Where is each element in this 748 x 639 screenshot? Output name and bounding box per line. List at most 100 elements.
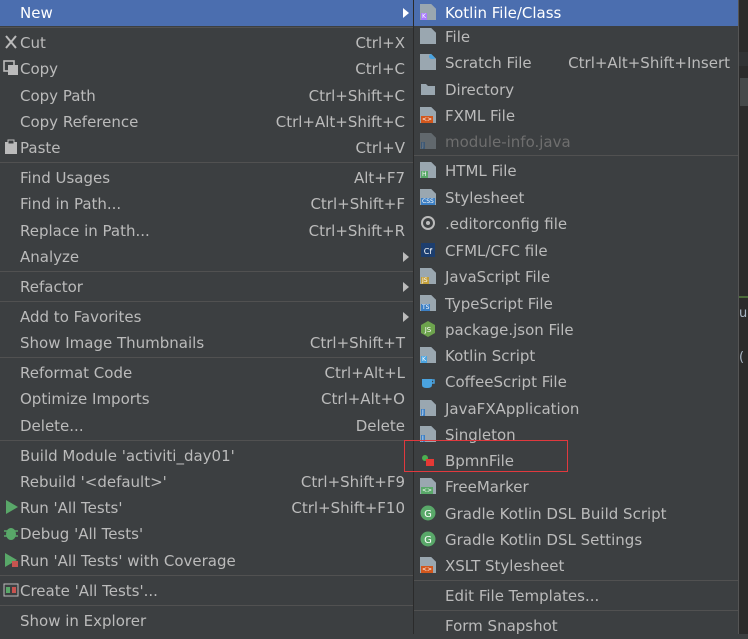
new-item-kotlin-script[interactable]: K Kotlin Script	[414, 343, 738, 369]
menu-item-optimize-imports[interactable]: Optimize Imports Ctrl+Alt+O	[0, 386, 413, 412]
new-item-freemarker[interactable]: <> FreeMarker	[414, 474, 738, 500]
svg-text:JS: JS	[424, 326, 432, 334]
menu-item-run-all-tests-with-coverage[interactable]: Run 'All Tests' with Coverage	[0, 548, 413, 574]
new-item-scratch-file[interactable]: Scratch File Ctrl+Alt+Shift+Insert	[414, 50, 738, 76]
menu-item-copy-reference[interactable]: Copy Reference Ctrl+Alt+Shift+C	[0, 109, 413, 135]
menu-item-label: FXML File	[445, 107, 516, 125]
gradle-icon: G	[420, 531, 436, 547]
menu-item-label: Delete...	[20, 417, 84, 435]
menu-item-label: CFML/CFC file	[445, 242, 548, 260]
menu-item-label: Gradle Kotlin DSL Build Script	[445, 505, 667, 523]
menu-item-shortcut: Ctrl+Shift+F9	[300, 473, 405, 491]
menu-separator	[414, 610, 738, 611]
menu-item-shortcut: Ctrl+V	[355, 139, 405, 157]
debug-icon	[3, 525, 19, 541]
menu-item-label: Form Snapshot	[445, 617, 558, 635]
menu-item-shortcut: Ctrl+Alt+O	[321, 390, 405, 408]
menu-item-delete[interactable]: Delete... Delete	[0, 413, 413, 439]
new-item-javascript-file[interactable]: JS JavaScript File	[414, 264, 738, 290]
new-item-stylesheet[interactable]: CSS Stylesheet	[414, 185, 738, 211]
new-item-typescript-file[interactable]: TS TypeScript File	[414, 291, 738, 317]
new-item-xslt-stylesheet[interactable]: <> XSLT Stylesheet	[414, 553, 738, 579]
menu-item-reformat-code[interactable]: Reformat Code Ctrl+Alt+L	[0, 360, 413, 386]
nodejs-icon: JS	[420, 321, 436, 337]
menu-item-shortcut: Alt+F7	[353, 169, 405, 187]
menu-item-shortcut: Ctrl+C	[355, 60, 405, 78]
new-item-editorconfig-file[interactable]: .editorconfig file	[414, 211, 738, 237]
menu-item-label: Find Usages	[20, 169, 111, 187]
svg-text:Cf: Cf	[424, 247, 433, 256]
menu-separator	[0, 27, 413, 28]
cfml-icon: Cf	[420, 242, 436, 258]
menu-item-shortcut: Ctrl+Alt+L	[324, 364, 406, 382]
menu-item-debug-all-tests[interactable]: Debug 'All Tests'	[0, 521, 413, 547]
java-file-icon: J	[420, 133, 436, 149]
kotlin-file-icon: K	[420, 4, 436, 20]
menu-item-shortcut: Ctrl+Shift+R	[308, 222, 405, 240]
menu-separator	[0, 301, 413, 302]
folder-icon	[420, 81, 436, 97]
menu-item-label: Create 'All Tests'...	[20, 582, 158, 600]
menu-item-add-to-favorites[interactable]: Add to Favorites	[0, 304, 413, 330]
menu-separator	[414, 155, 738, 156]
new-item-kotlin-file-class[interactable]: K Kotlin File/Class	[414, 0, 738, 26]
new-item-gradle-kotlin-dsl-settings[interactable]: G Gradle Kotlin DSL Settings	[414, 527, 738, 553]
menu-separator	[0, 440, 413, 441]
menu-item-paste[interactable]: Paste Ctrl+V	[0, 135, 413, 161]
menu-item-label: Copy	[20, 60, 59, 78]
new-item-form-snapshot[interactable]: Form Snapshot	[414, 613, 738, 639]
menu-separator	[414, 580, 738, 581]
new-item-directory[interactable]: Directory	[414, 77, 738, 103]
menu-item-run-all-tests[interactable]: Run 'All Tests' Ctrl+Shift+F10	[0, 495, 413, 521]
menu-item-rebuild-default[interactable]: Rebuild '<default>' Ctrl+Shift+F9	[0, 469, 413, 495]
gradle-icon: G	[420, 505, 436, 521]
submenu-arrow-icon	[403, 312, 409, 322]
new-item-edit-file-templates[interactable]: Edit File Templates...	[414, 583, 738, 609]
menu-item-new[interactable]: New	[0, 0, 413, 26]
menu-item-label: CoffeeScript File	[445, 373, 567, 391]
menu-item-shortcut: Delete	[355, 417, 405, 435]
html-file-icon: H	[420, 162, 436, 178]
menu-item-show-image-thumbnails[interactable]: Show Image Thumbnails Ctrl+Shift+T	[0, 330, 413, 356]
file-icon	[420, 28, 436, 44]
menu-item-label: Build Module 'activiti_day01'	[20, 447, 235, 465]
menu-separator	[0, 575, 413, 576]
new-item-cfml-cfc-file[interactable]: Cf CFML/CFC file	[414, 238, 738, 264]
menu-separator	[0, 162, 413, 163]
menu-item-label: Rebuild '<default>'	[20, 473, 167, 491]
menu-item-show-in-explorer[interactable]: Show in Explorer	[0, 608, 413, 634]
css-file-icon: CSS	[420, 189, 436, 205]
menu-item-find-usages[interactable]: Find Usages Alt+F7	[0, 165, 413, 191]
menu-item-label: Paste	[20, 139, 61, 157]
menu-item-shortcut: Ctrl+X	[355, 34, 405, 52]
new-item-html-file[interactable]: H HTML File	[414, 158, 738, 184]
menu-item-find-in-path[interactable]: Find in Path... Ctrl+Shift+F	[0, 191, 413, 217]
menu-item-copy[interactable]: Copy Ctrl+C	[0, 56, 413, 82]
new-item-coffeescript-file[interactable]: CoffeeScript File	[414, 369, 738, 395]
new-item-javafxapplication[interactable]: J JavaFXApplication	[414, 396, 738, 422]
new-item-gradle-kotlin-dsl-build-script[interactable]: G Gradle Kotlin DSL Build Script	[414, 501, 738, 527]
menu-item-cut[interactable]: Cut Ctrl+X	[0, 30, 413, 56]
submenu-arrow-icon	[403, 282, 409, 292]
ts-file-icon: TS	[420, 295, 436, 311]
menu-item-refactor[interactable]: Refactor	[0, 274, 413, 300]
new-item-fxml-file[interactable]: <> FXML File	[414, 103, 738, 129]
menu-item-label: Copy Path	[20, 87, 96, 105]
js-file-icon: JS	[420, 268, 436, 284]
new-item-file[interactable]: File	[414, 24, 738, 50]
menu-item-build-module-activiti-day01[interactable]: Build Module 'activiti_day01'	[0, 443, 413, 469]
new-item-package-json-file[interactable]: JS package.json File	[414, 317, 738, 343]
editor-background: u (	[739, 0, 748, 634]
menu-item-label: Kotlin Script	[445, 347, 536, 365]
menu-item-label: module-info.java	[445, 133, 571, 151]
menu-item-create-all-tests[interactable]: Create 'All Tests'...	[0, 578, 413, 604]
bpmn-highlight-box	[404, 440, 568, 472]
menu-item-copy-path[interactable]: Copy Path Ctrl+Shift+C	[0, 83, 413, 109]
menu-item-label: File	[445, 28, 471, 46]
menu-separator	[0, 605, 413, 606]
menu-item-label: TypeScript File	[445, 295, 553, 313]
menu-item-label: Stylesheet	[445, 189, 525, 207]
menu-item-replace-in-path[interactable]: Replace in Path... Ctrl+Shift+R	[0, 218, 413, 244]
menu-item-shortcut: Ctrl+Alt+Shift+Insert	[568, 54, 730, 72]
menu-item-analyze[interactable]: Analyze	[0, 244, 413, 270]
